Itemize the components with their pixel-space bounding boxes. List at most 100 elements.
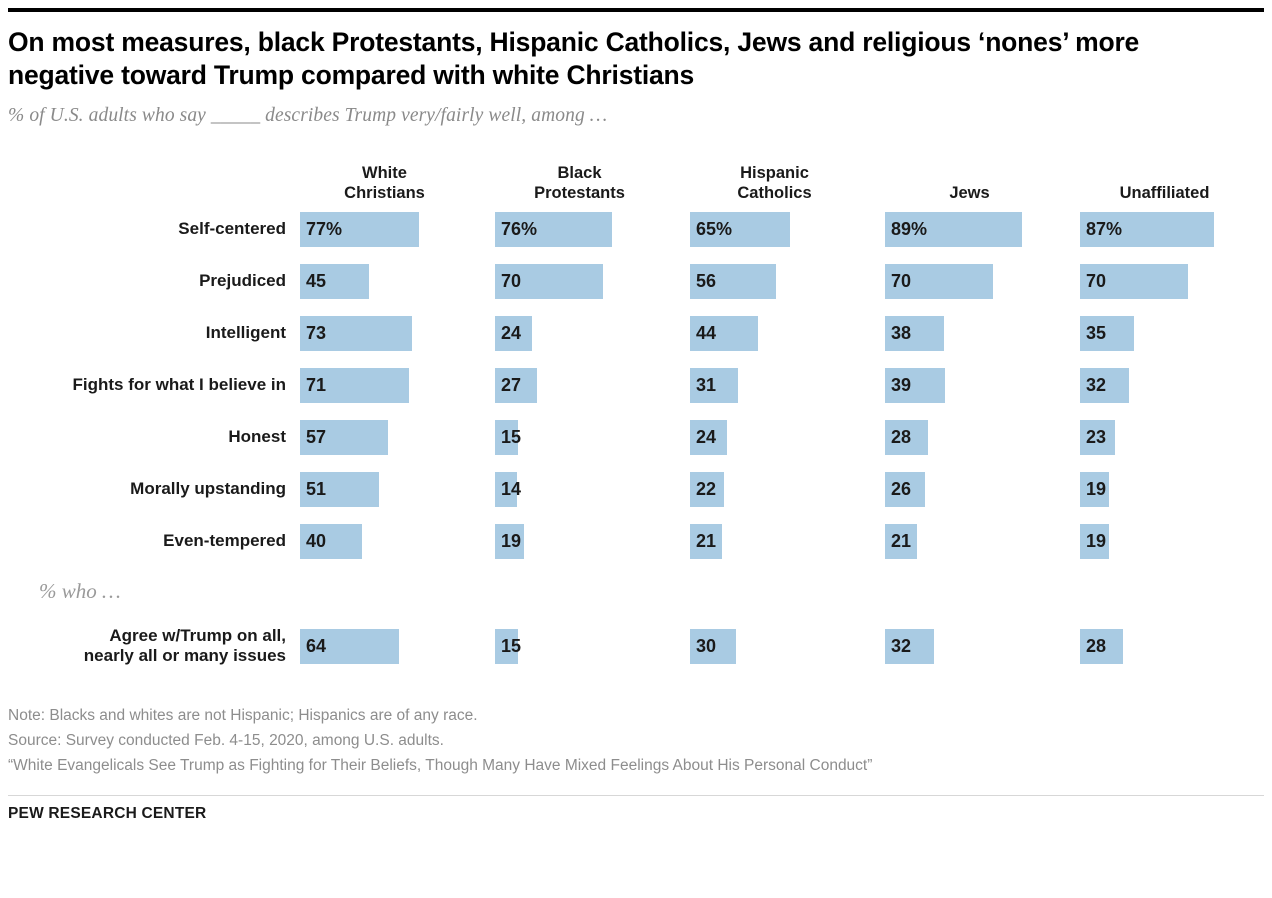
bar-value-label: 39 <box>891 374 912 395</box>
bar-value-label: 89% <box>891 218 928 239</box>
row-label: Prejudiced <box>8 271 300 291</box>
column-header-line1: Unaffiliated <box>1119 184 1210 203</box>
bar-value-label: 28 <box>1086 635 1107 656</box>
bar-value-label: 21 <box>891 530 912 551</box>
bar-value-label: 19 <box>1086 530 1107 551</box>
chart-cell-hispanic-catholics: 44 <box>690 315 885 351</box>
section-note: % who … <box>39 579 121 604</box>
chart-cell-hispanic-catholics: 56 <box>690 263 885 299</box>
row-label: Even-tempered <box>8 531 300 551</box>
footer-source: Source: Survey conducted Feb. 4-15, 2020… <box>8 732 444 750</box>
chart-cell-black-protestants: 15 <box>495 628 690 664</box>
column-header-line1: Jews <box>949 184 990 203</box>
column-header-jews: Jews <box>885 183 1080 203</box>
column-header-hispanic-catholics: Hispanic Catholics <box>690 163 885 203</box>
bar-value-label: 19 <box>1086 478 1107 499</box>
chart-cell-jews: 32 <box>885 628 1080 664</box>
bar-value-label: 44 <box>696 322 717 343</box>
row-label-line: Morally upstanding <box>130 479 286 499</box>
chart-row-honest: Honest 57 15 24 28 23 <box>8 411 1264 463</box>
bar-value-label: 15 <box>501 426 522 447</box>
row-label-line: nearly all or many issues <box>83 646 286 666</box>
chart-cell-black-protestants: 14 <box>495 471 690 507</box>
chart-footer: Note: Blacks and whites are not Hispanic… <box>8 703 1264 822</box>
chart-cell-white-christians: 64 <box>300 628 495 664</box>
column-header-line2: Christians <box>344 184 425 203</box>
column-header-line1: Black <box>557 164 602 182</box>
chart-subtitle: % of U.S. adults who say _____ describes… <box>8 105 608 127</box>
row-label-line: Fights for what I believe in <box>72 375 286 395</box>
bar-value-label: 77% <box>306 218 343 239</box>
column-header-unaffiliated: Unaffiliated <box>1080 183 1272 203</box>
chart-cell-jews: 70 <box>885 263 1080 299</box>
chart-cell-hispanic-catholics: 21 <box>690 523 885 559</box>
chart-cell-black-protestants: 70 <box>495 263 690 299</box>
chart-cell-unaffiliated: 70 <box>1080 263 1272 299</box>
bar-value-label: 57 <box>306 426 327 447</box>
chart-title: On most measures, black Protestants, His… <box>8 27 1140 91</box>
chart-cell-hispanic-catholics: 65% <box>690 211 885 247</box>
chart-row-morally-upstanding: Morally upstanding 51 14 22 26 19 <box>8 463 1264 515</box>
bar-value-label: 27 <box>501 374 522 395</box>
bar-value-label: 23 <box>1086 426 1107 447</box>
chart-cell-unaffiliated: 28 <box>1080 628 1272 664</box>
chart-row-fights-for-what-i-believe-in: Fights for what I believe in 71 27 31 39 32 <box>8 359 1264 411</box>
bar-value-label: 45 <box>306 270 327 291</box>
bar-value-label: 24 <box>501 322 522 343</box>
chart-cell-white-christians: 45 <box>300 263 495 299</box>
chart-cell-white-christians: 77% <box>300 211 495 247</box>
bar-value-label: 40 <box>306 530 327 551</box>
column-header-line2: Catholics <box>737 184 812 203</box>
chart-cell-unaffiliated: 23 <box>1080 419 1272 455</box>
chart-cell-black-protestants: 24 <box>495 315 690 351</box>
bar-value-label: 22 <box>696 478 717 499</box>
title-block: On most measures, black Protestants, His… <box>8 12 1264 127</box>
row-label: Self-centered <box>8 219 300 239</box>
bar-value-label: 76% <box>501 218 538 239</box>
chart-cell-white-christians: 73 <box>300 315 495 351</box>
chart-cell-unaffiliated: 35 <box>1080 315 1272 351</box>
bar-value-label: 73 <box>306 322 327 343</box>
row-label: Morally upstanding <box>8 479 300 499</box>
chart-cell-black-protestants: 27 <box>495 367 690 403</box>
footer-report-title: “White Evangelicals See Trump as Fightin… <box>8 757 873 775</box>
bar-value-label: 35 <box>1086 322 1107 343</box>
row-label-line: Intelligent <box>205 323 286 343</box>
bar-value-label: 70 <box>891 270 912 291</box>
bar-value-label: 64 <box>306 635 327 656</box>
row-label-line: Prejudiced <box>199 271 286 291</box>
chart-row-even-tempered: Even-tempered 40 19 21 21 19 <box>8 515 1264 567</box>
column-header-black-protestants: Black Protestants <box>495 163 690 203</box>
bar-value-label: 65% <box>696 218 733 239</box>
column-header-line1: White <box>362 164 407 182</box>
chart-cell-jews: 21 <box>885 523 1080 559</box>
row-label: Honest <box>8 427 300 447</box>
column-header-line2: Protestants <box>534 184 625 203</box>
bar-value-label: 28 <box>891 426 912 447</box>
row-label-line: Agree w/Trump on all, <box>109 625 286 645</box>
bar-value-label: 56 <box>696 270 717 291</box>
row-label-line: Honest <box>228 427 286 447</box>
bar-value-label: 24 <box>696 426 717 447</box>
bar-value-label: 51 <box>306 478 327 499</box>
chart-cell-jews: 26 <box>885 471 1080 507</box>
bar-value-label: 15 <box>501 635 522 656</box>
chart-row-intelligent: Intelligent 73 24 44 38 35 <box>8 307 1264 359</box>
column-header-white-christians: White Christians <box>300 163 495 203</box>
chart-cell-white-christians: 51 <box>300 471 495 507</box>
bar-value-label: 31 <box>696 374 717 395</box>
chart-rows: Self-centered 77% 76% 65% 89% 87% Prejudiced 45… <box>8 203 1264 567</box>
chart-cell-hispanic-catholics: 22 <box>690 471 885 507</box>
chart-cell-hispanic-catholics: 31 <box>690 367 885 403</box>
chart-plot-area: White Christians Black Protestants Hispa… <box>8 149 1264 677</box>
bar-value-label: 19 <box>501 530 522 551</box>
chart-extra-rows: Agree w/Trump on all, nearly all or many … <box>8 615 1264 677</box>
bar-value-label: 70 <box>501 270 522 291</box>
chart-cell-unaffiliated: 32 <box>1080 367 1272 403</box>
chart-cell-white-christians: 57 <box>300 419 495 455</box>
chart-row-agree-w-trump-on-all: Agree w/Trump on all, nearly all or many … <box>8 615 1264 677</box>
bar-value-label: 21 <box>696 530 717 551</box>
bar-value-label: 30 <box>696 635 717 656</box>
chart-cell-black-protestants: 76% <box>495 211 690 247</box>
chart-cell-jews: 89% <box>885 211 1080 247</box>
